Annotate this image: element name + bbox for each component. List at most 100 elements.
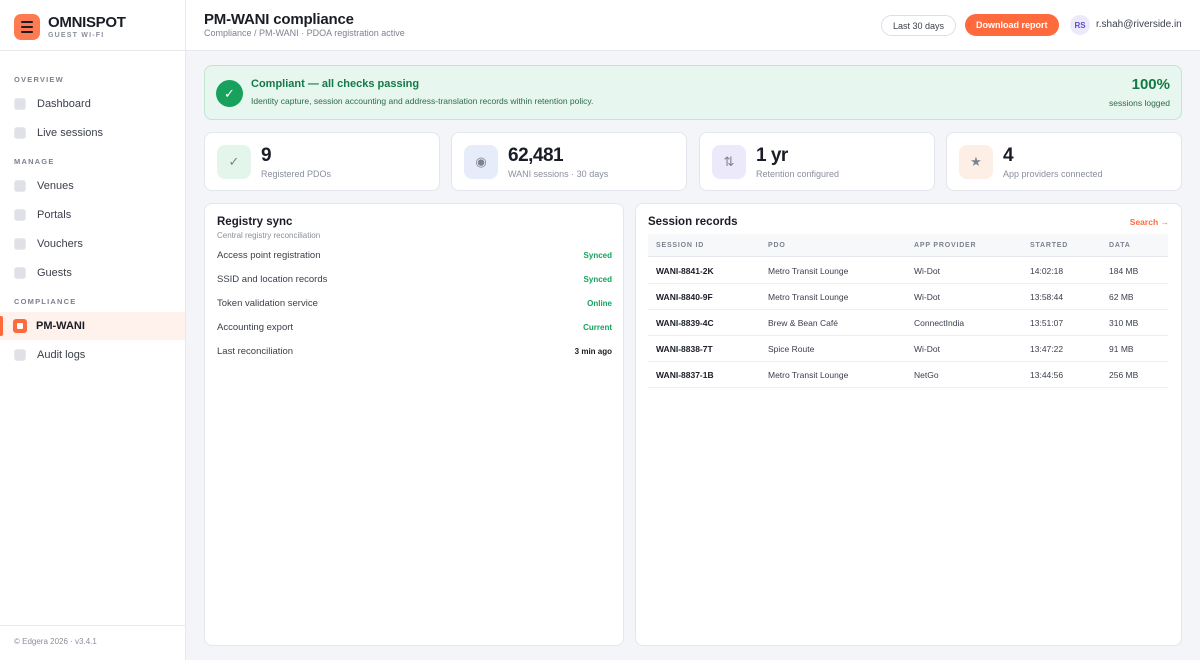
pm-wani-icon (13, 319, 27, 333)
stat-label: Retention configured (756, 169, 840, 179)
sessions-logged-label: sessions logged (1109, 98, 1170, 108)
sync-label: Access point registration (217, 250, 321, 261)
sidebar-item-pm-wani[interactable]: PM-WANI (0, 312, 185, 340)
table-row[interactable]: WANI-8837-1B Metro Transit Lounge NetGo … (648, 362, 1168, 388)
data-cell: 310 MB (1109, 318, 1139, 328)
registry-sync-panel: Registry sync Central registry reconcili… (204, 203, 624, 646)
app-provider-cell: ConnectIndia (914, 318, 965, 328)
sidebar-item-label: Vouchers (37, 238, 83, 250)
sidebar-item-venues[interactable]: Venues (0, 172, 185, 200)
sidebar-item-live-sessions[interactable]: Live sessions (0, 119, 185, 147)
stat-value: 9 (261, 145, 272, 166)
session-id: WANI-8841-2K (656, 266, 714, 276)
data-cell: 184 MB (1109, 266, 1139, 276)
stat-value: 1 yr (756, 145, 788, 166)
sidebar: OMNISPOT GUEST WI-FI OVERVIEW Dashboard … (0, 0, 186, 660)
pdo-cell: Metro Transit Lounge (768, 292, 849, 302)
started-cell: 14:02:18 (1030, 266, 1064, 276)
panel-title: Session records (648, 216, 738, 228)
pdo-cell: Metro Transit Lounge (768, 266, 849, 276)
sidebar-item-portals[interactable]: Portals (0, 201, 185, 229)
banner-description: Identity capture, session accounting and… (251, 96, 594, 106)
nav-section-manage: MANAGE (14, 157, 55, 166)
transfer-icon: ⇅ (712, 145, 746, 179)
download-report-button[interactable]: Download report (965, 14, 1059, 36)
panel-subtitle: Central registry reconciliation (217, 231, 321, 240)
avatar[interactable]: RS (1070, 15, 1090, 35)
started-cell: 13:47:22 (1030, 344, 1064, 354)
menu-icon[interactable] (14, 14, 40, 40)
divider (0, 50, 186, 51)
audit-logs-icon (14, 349, 26, 361)
sync-label: Token validation service (217, 298, 318, 309)
sessions-logged-percent: 100% (1131, 76, 1170, 93)
status-badge: Synced (583, 275, 612, 284)
sidebar-footer: © Edgera 2026 · v3.4.1 (0, 625, 185, 657)
user-email[interactable]: r.shah@riverside.in (1096, 19, 1182, 30)
guests-icon (14, 267, 26, 279)
status-badge: Current (583, 323, 612, 332)
table-row[interactable]: WANI-8840-9F Metro Transit Lounge Wi-Dot… (648, 284, 1168, 310)
page-header: PM-WANI compliance Compliance / PM-WANI … (186, 0, 1200, 51)
app-provider-cell: NetGo (914, 370, 939, 380)
column-header[interactable]: STARTED (1030, 242, 1068, 249)
session-records-panel: Session records Search → SESSION ID PDO … (635, 203, 1182, 646)
stat-card-retention: ⇅ 1 yr Retention configured (699, 132, 935, 191)
brand[interactable]: OMNISPOT GUEST WI-FI (14, 13, 126, 41)
column-header[interactable]: DATA (1109, 242, 1131, 249)
sync-row: Token validation service Online (217, 298, 612, 309)
sidebar-item-label: Venues (37, 180, 74, 192)
table-row[interactable]: WANI-8838-7T Spice Route Wi-Dot 13:47:22… (648, 336, 1168, 362)
session-id: WANI-8837-1B (656, 370, 714, 380)
search-link[interactable]: Search → (1130, 217, 1169, 227)
stat-label: App providers connected (1003, 169, 1103, 179)
app-provider-cell: Wi-Dot (914, 266, 940, 276)
column-header[interactable]: PDO (768, 242, 786, 249)
sidebar-item-label: PM-WANI (36, 320, 85, 332)
started-cell: 13:44:56 (1030, 370, 1064, 380)
compliance-banner: ✓ Compliant — all checks passing Identit… (204, 65, 1182, 120)
sync-row: Accounting export Current (217, 322, 612, 333)
nav-section-compliance: COMPLIANCE (14, 297, 77, 306)
data-cell: 256 MB (1109, 370, 1139, 380)
pdo-cell: Metro Transit Lounge (768, 370, 849, 380)
banner-title: Compliant — all checks passing (251, 78, 420, 90)
status-badge: Synced (583, 251, 612, 260)
sidebar-item-label: Audit logs (37, 349, 86, 361)
column-header[interactable]: SESSION ID (656, 242, 704, 249)
vouchers-icon (14, 238, 26, 250)
pdo-cell: Spice Route (768, 344, 815, 354)
stat-value: 62,481 (508, 145, 564, 166)
data-cell: 62 MB (1109, 292, 1134, 302)
session-id: WANI-8839-4C (656, 318, 714, 328)
sidebar-item-dashboard[interactable]: Dashboard (0, 90, 185, 118)
sidebar-item-vouchers[interactable]: Vouchers (0, 230, 185, 258)
sidebar-item-label: Guests (37, 267, 72, 279)
sidebar-item-label: Live sessions (37, 127, 104, 139)
data-cell: 91 MB (1109, 344, 1134, 354)
sync-row: Last reconciliation 3 min ago (217, 346, 612, 357)
live-sessions-icon (14, 127, 26, 139)
sync-label: SSID and location records (217, 274, 328, 285)
table-row[interactable]: WANI-8841-2K Metro Transit Lounge Wi-Dot… (648, 258, 1168, 284)
sync-label: Last reconciliation (217, 346, 294, 357)
last-reconciliation-value: 3 min ago (574, 347, 612, 356)
status-badge: Online (587, 299, 612, 308)
started-cell: 13:58:44 (1030, 292, 1064, 302)
column-header[interactable]: APP PROVIDER (914, 242, 976, 249)
breadcrumb: Compliance / PM-WANI · PDOA registration… (204, 28, 405, 38)
sidebar-item-label: Dashboard (37, 98, 91, 110)
sidebar-item-audit-logs[interactable]: Audit logs (0, 341, 185, 369)
radio-icon: ◉ (464, 145, 498, 179)
star-icon: ★ (959, 145, 993, 179)
date-range-button[interactable]: Last 30 days (881, 15, 957, 36)
brand-subtitle: GUEST WI-FI (48, 31, 105, 39)
session-id: WANI-8840-9F (656, 292, 713, 302)
portals-icon (14, 209, 26, 221)
started-cell: 13:51:07 (1030, 318, 1064, 328)
venues-icon (14, 180, 26, 192)
brand-name: OMNISPOT (48, 13, 126, 31)
check-circle-icon: ✓ (216, 80, 243, 107)
sidebar-item-guests[interactable]: Guests (0, 259, 185, 287)
table-row[interactable]: WANI-8839-4C Brew & Bean Café ConnectInd… (648, 310, 1168, 336)
